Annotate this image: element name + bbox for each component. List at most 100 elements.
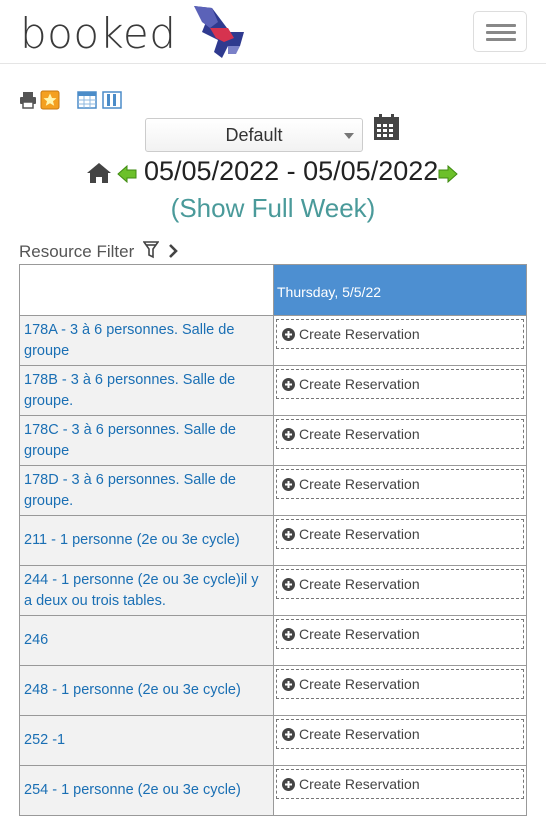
hamburger-line (486, 31, 516, 34)
resource-link[interactable]: 178D - 3 à 6 personnes. Salle de groupe. (24, 472, 236, 509)
resource-column-header (19, 264, 274, 316)
schedule-row: 211 - 1 personne (2e ou 3e cycle) Create … (19, 515, 527, 566)
reservation-slot-cell: Create Reservation (273, 765, 527, 816)
resource-filter-label: Resource Filter (19, 242, 135, 261)
plus-circle-icon (282, 528, 295, 541)
resource-cell: 178B - 3 à 6 personnes. Salle de groupe. (19, 365, 274, 416)
resource-link[interactable]: 246 (24, 632, 48, 648)
resource-link[interactable]: 248 - 1 personne (2e ou 3e cycle) (24, 682, 241, 698)
hamburger-menu-icon (486, 24, 516, 27)
show-full-week-link[interactable]: (Show Full Week) (0, 193, 546, 224)
calendar-grid-view-icon[interactable] (77, 90, 97, 110)
reservation-slot-cell: Create Reservation (273, 465, 527, 516)
resource-cell: 246 (19, 615, 274, 666)
create-reservation-label: Create Reservation (299, 776, 420, 792)
resource-cell: 211 - 1 personne (2e ou 3e cycle) (19, 515, 274, 566)
resource-cell: 244 - 1 personne (2e ou 3e cycle)il y a … (19, 565, 274, 616)
schedule-row: 246 Create Reservation (19, 615, 527, 666)
menu-toggle-button[interactable] (473, 11, 527, 52)
home-icon[interactable] (86, 162, 112, 184)
reservation-slot-cell: Create Reservation (273, 415, 527, 466)
resource-cell: 254 - 1 personne (2e ou 3e cycle) (19, 765, 274, 816)
plus-circle-icon (282, 428, 295, 441)
plus-circle-icon (282, 628, 295, 641)
create-reservation-button[interactable]: Create Reservation (276, 669, 524, 699)
reservation-schedule-table: Thursday, 5/5/22 178A - 3 à 6 personnes.… (19, 264, 527, 816)
create-reservation-label: Create Reservation (299, 326, 420, 342)
create-reservation-button[interactable]: Create Reservation (276, 769, 524, 799)
create-reservation-button[interactable]: Create Reservation (276, 519, 524, 549)
resource-link[interactable]: 178C - 3 à 6 personnes. Salle de groupe (24, 422, 236, 459)
create-reservation-label: Create Reservation (299, 376, 420, 392)
reservation-slot-cell: Create Reservation (273, 615, 527, 666)
top-navbar: booked (0, 0, 546, 64)
create-reservation-label: Create Reservation (299, 476, 420, 492)
resource-cell: 252 -1 (19, 715, 274, 766)
resource-link[interactable]: 178B - 3 à 6 personnes. Salle de groupe. (24, 372, 235, 409)
reservation-slot-cell: Create Reservation (273, 565, 527, 616)
schedule-row: 248 - 1 personne (2e ou 3e cycle) Create … (19, 665, 527, 716)
day-column-header: Thursday, 5/5/22 (273, 264, 527, 316)
next-day-arrow-icon[interactable] (438, 165, 458, 183)
plus-circle-icon (282, 728, 295, 741)
resource-link[interactable]: 178A - 3 à 6 personnes. Salle de groupe (24, 322, 234, 359)
plus-circle-icon (282, 778, 295, 791)
plus-circle-icon (282, 578, 295, 591)
schedule-header-row: Thursday, 5/5/22 (19, 264, 527, 316)
chevron-right-icon (169, 244, 178, 258)
resource-link[interactable]: 244 - 1 personne (2e ou 3e cycle)il y a … (24, 572, 259, 609)
plus-circle-icon (282, 328, 295, 341)
create-reservation-label: Create Reservation (299, 426, 420, 442)
booked-logo-icon (194, 6, 244, 58)
schedule-row: 254 - 1 personne (2e ou 3e cycle) Create … (19, 765, 527, 816)
reservation-slot-cell: Create Reservation (273, 515, 527, 566)
schedule-row: 178B - 3 à 6 personnes. Salle de groupe.… (19, 365, 527, 416)
schedule-row: 244 - 1 personne (2e ou 3e cycle)il y a … (19, 565, 527, 616)
schedule-row: 178A - 3 à 6 personnes. Salle de groupe C… (19, 315, 527, 366)
plus-circle-icon (282, 478, 295, 491)
brand-logo[interactable]: booked (20, 2, 250, 60)
column-view-icon[interactable] (102, 90, 122, 110)
schedule-row: 178D - 3 à 6 personnes. Salle de groupe.… (19, 465, 527, 516)
resource-cell: 178C - 3 à 6 personnes. Salle de groupe (19, 415, 274, 466)
create-reservation-button[interactable]: Create Reservation (276, 719, 524, 749)
reservation-slot-cell: Create Reservation (273, 315, 527, 366)
create-reservation-label: Create Reservation (299, 626, 420, 642)
previous-day-arrow-icon[interactable] (117, 165, 137, 183)
resource-link[interactable]: 211 - 1 personne (2e ou 3e cycle) (24, 532, 240, 548)
date-navigation: 05/05/2022 - 05/05/2022 (0, 156, 546, 190)
reservation-slot-cell: Create Reservation (273, 715, 527, 766)
create-reservation-label: Create Reservation (299, 576, 420, 592)
calendar-icon[interactable] (373, 114, 400, 141)
reservation-slot-cell: Create Reservation (273, 665, 527, 716)
create-reservation-label: Create Reservation (299, 676, 420, 692)
plus-circle-icon (282, 678, 295, 691)
date-range-label: 05/05/2022 - 05/05/2022 (144, 156, 439, 186)
chevron-down-icon (344, 133, 354, 139)
favorite-star-icon[interactable] (40, 90, 60, 110)
resource-link[interactable]: 254 - 1 personne (2e ou 3e cycle) (24, 782, 241, 798)
brand-name: booked (20, 9, 177, 58)
filter-icon (143, 241, 159, 259)
create-reservation-button[interactable]: Create Reservation (276, 619, 524, 649)
plus-circle-icon (282, 378, 295, 391)
create-reservation-button[interactable]: Create Reservation (276, 469, 524, 499)
schedule-layout-select[interactable]: Default (145, 118, 363, 152)
resource-cell: 178A - 3 à 6 personnes. Salle de groupe (19, 315, 274, 366)
create-reservation-button[interactable]: Create Reservation (276, 569, 524, 599)
hamburger-line (486, 38, 516, 41)
create-reservation-button[interactable]: Create Reservation (276, 369, 524, 399)
resource-cell: 178D - 3 à 6 personnes. Salle de groupe. (19, 465, 274, 516)
schedule-row: 178C - 3 à 6 personnes. Salle de groupe C… (19, 415, 527, 466)
layout-select-value: Default (225, 125, 283, 145)
schedule-row: 252 -1 Create Reservation (19, 715, 527, 766)
schedule-body: 178A - 3 à 6 personnes. Salle de groupe C… (19, 315, 527, 816)
create-reservation-button[interactable]: Create Reservation (276, 419, 524, 449)
resource-cell: 248 - 1 personne (2e ou 3e cycle) (19, 665, 274, 716)
print-icon[interactable] (18, 90, 38, 110)
resource-link[interactable]: 252 -1 (24, 732, 65, 748)
create-reservation-label: Create Reservation (299, 526, 420, 542)
create-reservation-label: Create Reservation (299, 726, 420, 742)
reservation-slot-cell: Create Reservation (273, 365, 527, 416)
create-reservation-button[interactable]: Create Reservation (276, 319, 524, 349)
